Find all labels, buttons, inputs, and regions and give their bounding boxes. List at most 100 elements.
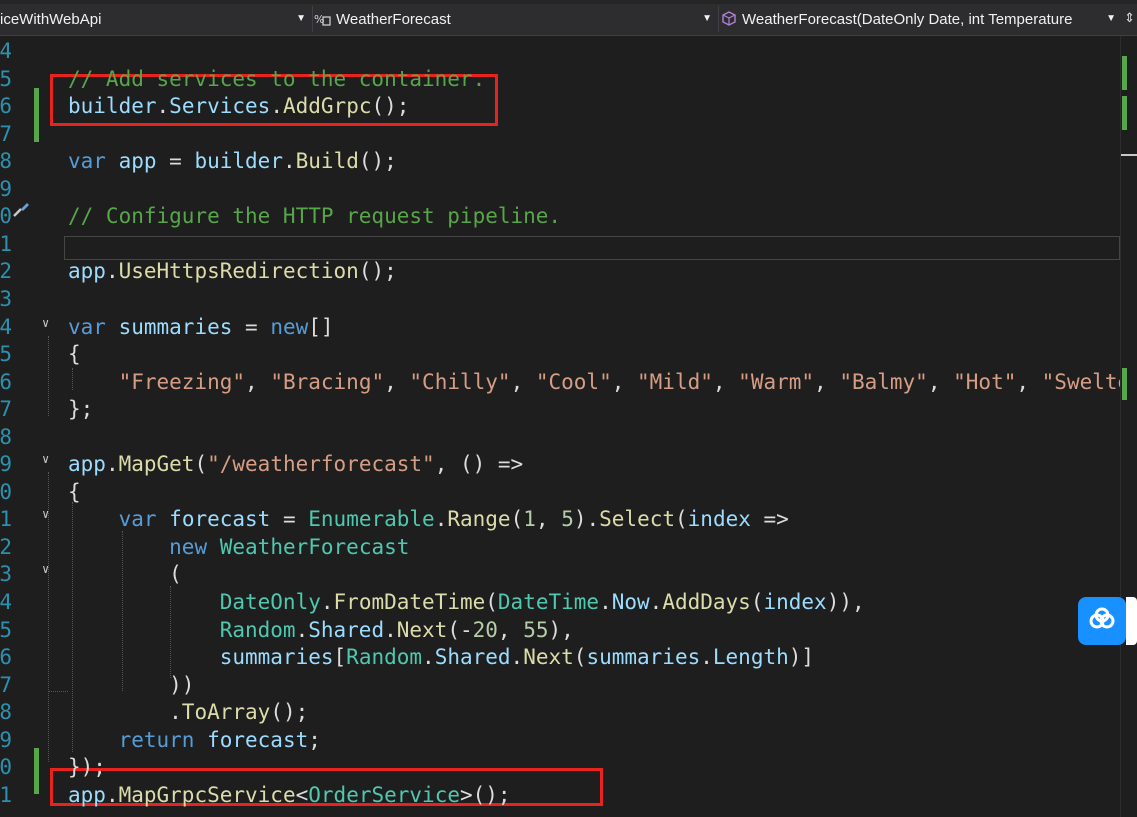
- code-token: Now: [611, 590, 650, 614]
- code-token: .: [422, 645, 435, 670]
- code-line[interactable]: 1 app.MapGrpcService<OrderService>();: [0, 782, 1120, 810]
- line-number: 4: [0, 39, 12, 63]
- code-token: ,: [384, 369, 410, 394]
- code-token: .: [68, 700, 182, 725]
- code-token: {: [68, 342, 81, 367]
- code-token: ,: [927, 369, 954, 394]
- code-token: 55: [523, 617, 549, 642]
- code-token: Build: [295, 149, 359, 174]
- code-token: .: [599, 590, 612, 614]
- tab-strip-edge: [0, 0, 1137, 4]
- code-text: // Configure the HTTP request pipeline.: [68, 203, 561, 231]
- code-line[interactable]: 5 // Add services to the container.: [0, 66, 1120, 94]
- code-line[interactable]: 0 // Configure the HTTP request pipeline.: [0, 203, 1120, 231]
- code-token: Select: [599, 507, 675, 532]
- code-token: ),: [548, 617, 574, 642]
- code-token: (: [573, 645, 587, 670]
- code-token: .: [320, 590, 334, 614]
- code-token: ();: [270, 700, 309, 725]
- code-token: });: [68, 755, 106, 780]
- code-line[interactable]: 5{: [0, 341, 1120, 369]
- floating-assistant-tab[interactable]: [1126, 597, 1137, 645]
- code-text: // Add services to the container.: [68, 66, 485, 94]
- code-token: };: [68, 397, 94, 422]
- code-token: [: [333, 645, 347, 670]
- floating-assistant-button[interactable]: [1078, 597, 1126, 645]
- scrollbar-change-mark: [1122, 96, 1127, 130]
- line-number: 0: [0, 204, 12, 229]
- code-token: ToArray: [181, 700, 271, 725]
- code-line[interactable]: 8 .ToArray();: [0, 699, 1120, 727]
- code-token: OrderService: [308, 782, 460, 807]
- code-text: .ToArray();: [68, 699, 308, 727]
- code-token: (: [675, 507, 688, 532]
- code-line[interactable]: 2 app.UseHttpsRedirection();: [0, 258, 1120, 286]
- code-token: summaries: [118, 314, 233, 339]
- code-line[interactable]: 8 var app = builder.Build();: [0, 148, 1120, 176]
- code-line[interactable]: 6 summaries[Random.Shared.Next(summaries…: [0, 644, 1120, 672]
- code-line[interactable]: 9: [0, 176, 1120, 204]
- line-number: 7: [0, 672, 12, 697]
- code-text: DateOnly.FromDateTime(DateTime.Now.AddDa…: [68, 589, 865, 617]
- code-line[interactable]: 9 return forecast;: [0, 727, 1120, 755]
- line-number: 0: [0, 479, 12, 504]
- code-token: Random: [346, 645, 423, 670]
- code-line[interactable]: 1: [0, 231, 1120, 259]
- cloud-assistant-icon: [1087, 607, 1117, 635]
- code-line[interactable]: 9 app.MapGet("/weatherforecast", () =>: [0, 451, 1120, 479]
- code-text: )): [68, 672, 194, 700]
- project-name: iceWithWebApi: [0, 10, 102, 28]
- code-line[interactable]: 0});: [0, 754, 1120, 782]
- member-dropdown[interactable]: WeatherForecast(DateOnly Date, int Tempe…: [720, 6, 1120, 32]
- code-token: index: [687, 507, 751, 532]
- code-line[interactable]: 7 )): [0, 672, 1120, 700]
- code-token: AddGrpc: [282, 94, 372, 119]
- project-dropdown[interactable]: iceWithWebApi ▼: [0, 6, 310, 32]
- code-token: MapGet: [118, 452, 195, 477]
- code-token: builder: [194, 149, 283, 174]
- code-token: .: [384, 617, 397, 642]
- code-line[interactable]: 6 builder.Services.AddGrpc();: [0, 93, 1120, 121]
- code-line[interactable]: 5 Random.Shared.Next(-20, 55),: [0, 617, 1120, 645]
- split-editor-icon[interactable]: ⇕: [1124, 10, 1135, 26]
- separator: [312, 6, 313, 32]
- code-line[interactable]: 3: [0, 286, 1120, 314]
- code-token: )): [68, 672, 195, 697]
- code-token: 20: [472, 617, 498, 642]
- scrollbar-position-marker: [1121, 154, 1137, 156]
- code-token: ;: [308, 727, 321, 752]
- code-line[interactable]: 1 var forecast = Enumerable.Range(1, 5).…: [0, 506, 1120, 534]
- code-token: var: [68, 314, 106, 339]
- code-line[interactable]: 4: [0, 38, 1120, 66]
- chevron-down-icon: ▼: [702, 13, 712, 24]
- code-token: Shared: [434, 645, 511, 670]
- code-token: (: [68, 562, 182, 587]
- code-token: , () =>: [434, 452, 524, 477]
- code-line[interactable]: 7};: [0, 396, 1120, 424]
- code-token: "Freezing": [118, 369, 246, 394]
- code-token: "Hot": [953, 369, 1017, 394]
- code-line[interactable]: 0{: [0, 479, 1120, 507]
- code-token: .: [270, 94, 283, 119]
- code-token: (: [194, 452, 208, 477]
- code-line[interactable]: 4 var summaries = new[]: [0, 314, 1120, 342]
- code-token: .: [156, 94, 170, 119]
- code-line[interactable]: 8: [0, 424, 1120, 452]
- code-token: var: [118, 507, 157, 532]
- code-line[interactable]: 4 DateOnly.FromDateTime(DateTime.Now.Add…: [0, 589, 1120, 617]
- code-line[interactable]: 6 "Freezing", "Bracing", "Chilly", "Cool…: [0, 369, 1120, 397]
- code-line[interactable]: 3 (: [0, 561, 1120, 589]
- code-text: builder.Services.AddGrpc();: [68, 93, 409, 121]
- code-editor[interactable]: ∨ ∨ ∨ ∨ 4 5// Add services to the contain…: [0, 36, 1120, 817]
- code-token: // Configure the HTTP request pipeline.: [68, 204, 562, 229]
- code-token: "Bracing": [270, 369, 385, 394]
- code-token: Length: [712, 645, 789, 670]
- code-token: =: [232, 314, 271, 339]
- type-dropdown[interactable]: % WeatherForecast ▼: [314, 6, 716, 32]
- code-token: ,: [1016, 369, 1042, 394]
- code-token: {: [68, 479, 81, 504]
- code-line[interactable]: 2 new WeatherForecast: [0, 534, 1120, 562]
- code-line[interactable]: 7: [0, 121, 1120, 149]
